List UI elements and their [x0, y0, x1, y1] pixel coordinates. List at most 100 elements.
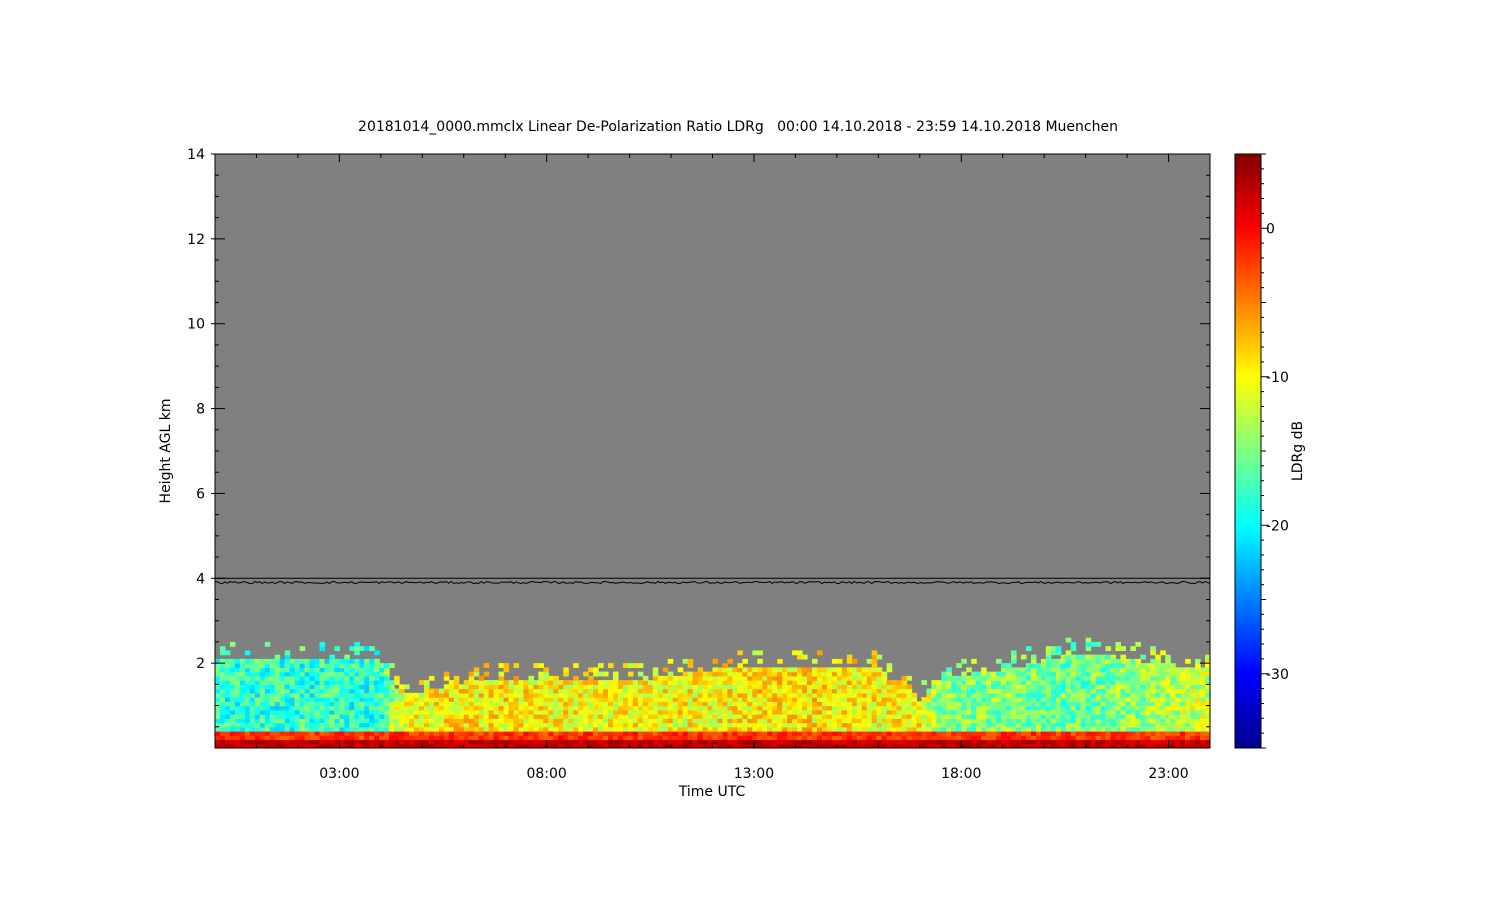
heatmap-cell	[284, 735, 291, 741]
heatmap-cell	[548, 731, 554, 736]
heatmap-cell	[931, 739, 937, 745]
heatmap-cell	[448, 731, 455, 736]
heatmap-cell	[996, 688, 1002, 694]
heatmap-cell	[1035, 726, 1042, 732]
heatmap-cell	[508, 684, 515, 690]
heatmap-cell	[1006, 684, 1012, 690]
heatmap-cell	[414, 701, 420, 707]
heatmap-cell	[458, 692, 465, 698]
heatmap-cell	[1090, 667, 1097, 673]
heatmap-cell	[976, 739, 982, 745]
heatmap-cell	[1160, 663, 1166, 668]
heatmap-cell	[777, 701, 783, 707]
heatmap-cell	[777, 675, 783, 681]
heatmap-cell	[782, 718, 788, 724]
heatmap-cell	[812, 692, 818, 698]
heatmap-cell	[976, 726, 982, 732]
heatmap-cell	[916, 726, 923, 732]
heatmap-cell	[269, 705, 276, 711]
heatmap-cell	[1155, 658, 1161, 664]
heatmap-cell	[518, 731, 525, 736]
heatmap-cell	[1030, 654, 1037, 660]
heatmap-cell	[219, 667, 226, 673]
heatmap-cell	[558, 731, 564, 736]
heatmap-cell	[717, 701, 724, 707]
x-tick-label: 23:00	[1148, 766, 1188, 782]
heatmap-cell	[568, 688, 574, 694]
heatmap-cell	[831, 697, 838, 702]
heatmap-cell	[1105, 697, 1112, 702]
heatmap-cell	[976, 705, 982, 711]
heatmap-cell	[384, 692, 390, 698]
heatmap-cell	[423, 709, 430, 715]
heatmap-cell	[652, 684, 659, 690]
heatmap-cell	[881, 718, 888, 724]
heatmap-cell	[1095, 692, 1102, 698]
heatmap-cell	[936, 718, 942, 724]
heatmap-cell	[1025, 739, 1032, 745]
heatmap-cell	[1110, 714, 1117, 719]
heatmap-cell	[687, 658, 694, 664]
heatmap-cell	[627, 722, 634, 728]
heatmap-cell	[831, 722, 838, 728]
heatmap-cell	[538, 726, 544, 732]
heatmap-cell	[324, 684, 331, 690]
heatmap-cell	[737, 722, 743, 728]
colorbar-tick-label: -10	[1266, 370, 1289, 386]
heatmap-cell	[797, 688, 803, 694]
heatmap-cell	[349, 663, 355, 668]
heatmap-cell	[428, 701, 435, 707]
heatmap-cell	[1060, 663, 1067, 668]
heatmap-cell	[309, 701, 316, 707]
heatmap-cell	[727, 697, 733, 702]
heatmap-cell	[1050, 692, 1057, 698]
heatmap-cell	[1180, 705, 1186, 711]
heatmap-cell	[1105, 739, 1112, 745]
heatmap-cell	[1070, 718, 1077, 724]
heatmap-cell	[637, 722, 644, 728]
heatmap-cell	[289, 722, 296, 728]
heatmap-cell	[603, 726, 609, 732]
heatmap-cell	[264, 726, 271, 732]
heatmap-cell	[538, 705, 544, 711]
heatmap-cell	[1200, 675, 1206, 681]
heatmap-cell	[697, 697, 704, 702]
heatmap-cell	[215, 714, 221, 719]
heatmap-cell	[573, 731, 579, 736]
heatmap-cell	[528, 709, 534, 715]
heatmap-cell	[249, 675, 256, 681]
y-tick-label: 8	[196, 402, 205, 418]
heatmap-cell	[264, 663, 271, 668]
heatmap-cell	[304, 692, 311, 698]
heatmap-cell	[349, 671, 355, 677]
heatmap-cell	[906, 701, 913, 707]
heatmap-cell	[896, 701, 903, 707]
heatmap-cell	[573, 697, 579, 702]
heatmap-cell	[732, 680, 738, 685]
heatmap-cell	[284, 739, 291, 745]
heatmap-cell	[941, 709, 947, 715]
heatmap-cell	[797, 667, 803, 673]
heatmap-cell	[264, 709, 271, 715]
heatmap-cell	[473, 692, 480, 698]
heatmap-cell	[757, 684, 763, 690]
heatmap-cell	[971, 735, 977, 741]
heatmap-cell	[349, 697, 355, 702]
heatmap-cell	[627, 714, 634, 719]
heatmap-cell	[1150, 658, 1156, 664]
heatmap-cell	[787, 709, 793, 715]
heatmap-cell	[608, 714, 614, 719]
heatmap-cell	[1155, 705, 1161, 711]
heatmap-cell	[797, 654, 803, 660]
heatmap-cell	[836, 731, 843, 736]
heatmap-cell	[1175, 714, 1181, 719]
heatmap-cell	[548, 675, 554, 681]
heatmap-cell	[294, 735, 301, 741]
heatmap-cell	[394, 701, 400, 707]
heatmap-cell	[881, 709, 888, 715]
heatmap-cell	[578, 692, 584, 698]
heatmap-cell	[1050, 726, 1057, 732]
heatmap-cell	[767, 739, 773, 745]
heatmap-cell	[349, 658, 355, 664]
heatmap-cell	[254, 739, 261, 745]
